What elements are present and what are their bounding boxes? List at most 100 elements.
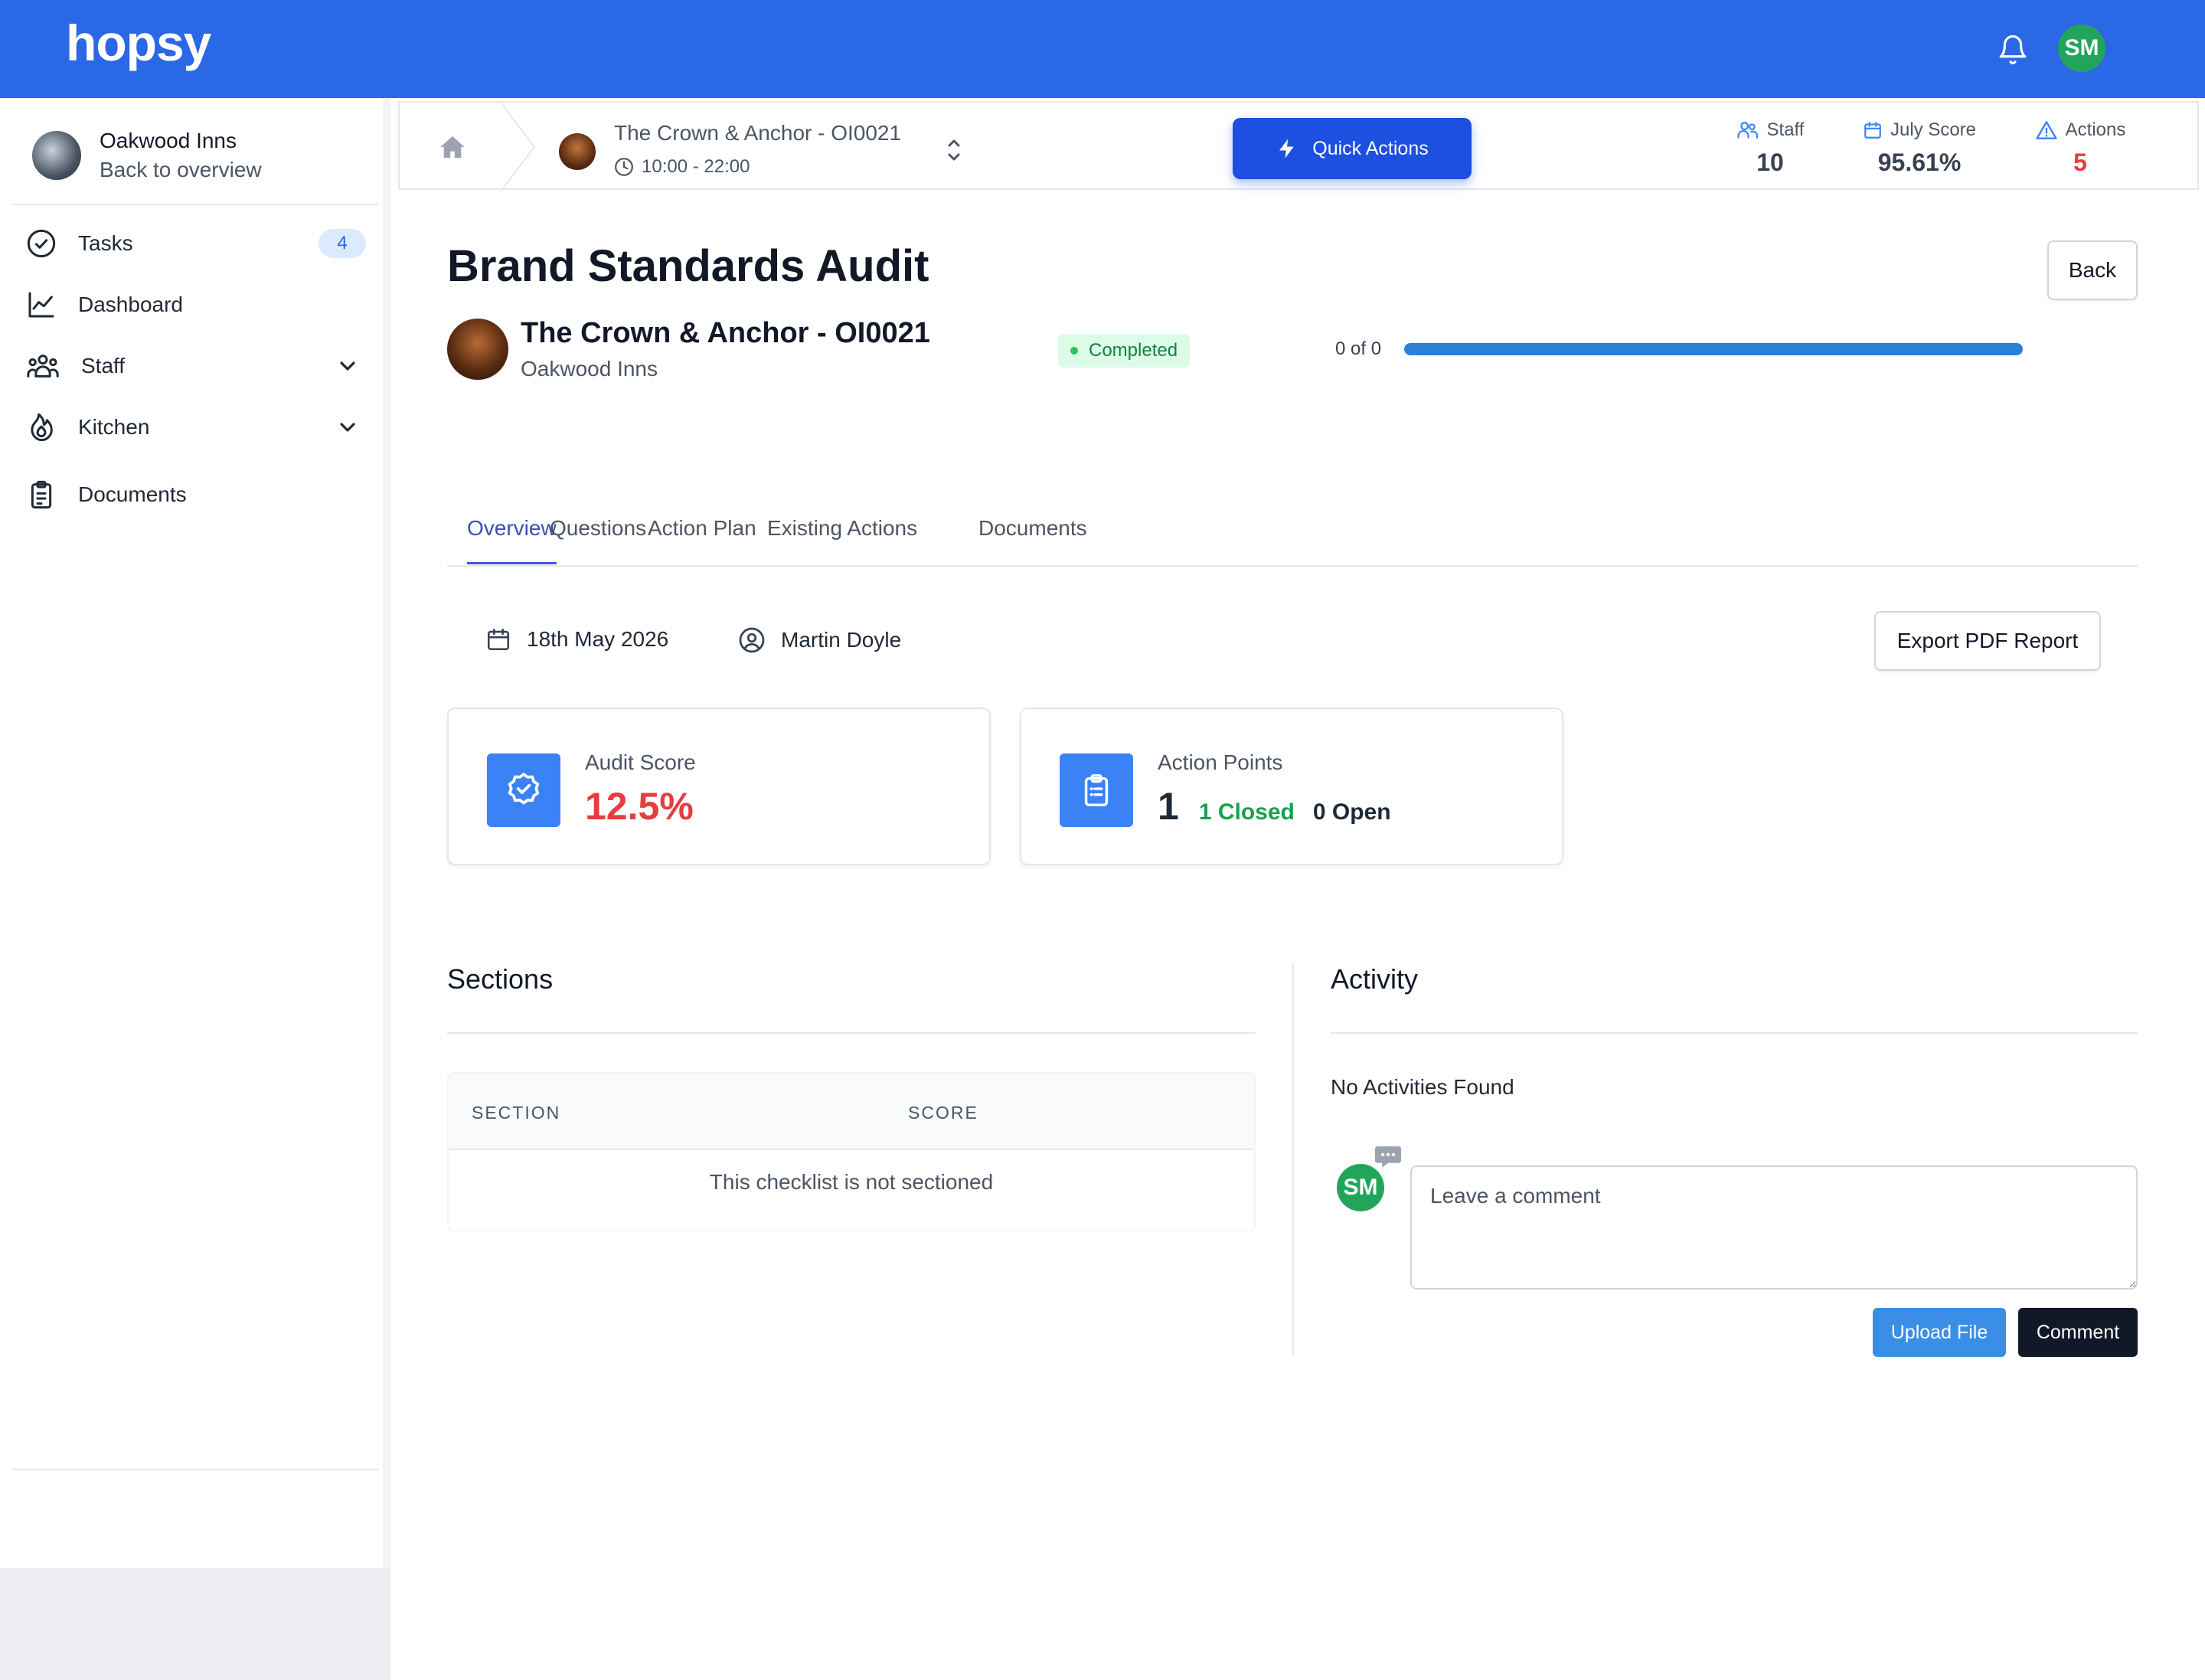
stat-value: 95.61% [1877,149,1962,176]
tab-documents[interactable]: Documents [978,516,1087,562]
back-to-overview-link[interactable]: Back to overview [100,158,262,182]
home-icon[interactable] [439,135,466,159]
chevron-down-icon[interactable] [335,415,360,440]
user-circle-icon [739,627,765,653]
chevron-down-icon[interactable] [335,354,360,378]
audit-date-text: 18th May 2026 [527,627,669,651]
lightning-icon [1279,139,1295,159]
location-bar: The Crown & Anchor - OI0021 10:00 - 22:0… [398,101,2199,191]
tab-action-plan[interactable]: Action Plan [648,516,756,562]
users-icon [1736,122,1758,139]
audit-score-card: Audit Score 12.5% [447,708,991,865]
action-points-label: Action Points [1158,750,1283,774]
action-points-open[interactable]: 0 Open [1313,799,1391,825]
clipboard-icon [26,479,57,511]
site-name: The Crown & Anchor - OI0021 [521,317,930,349]
tab-existing-actions[interactable]: Existing Actions [767,516,917,562]
location-image [559,133,596,170]
stat-july-score[interactable]: July Score 95.61% [1839,119,2000,177]
sidebar-item-label: Kitchen [78,415,150,439]
sidebar-item-tasks[interactable]: Tasks 4 [26,225,366,262]
sections-title: Sections [447,963,554,995]
sections-table: SECTION SCORE This checklist is not sect… [447,1072,1256,1231]
breadcrumb-separator [499,103,536,191]
calendar-icon [487,628,510,651]
stat-label: July Score [1890,119,1977,140]
badge-check-icon [487,753,560,827]
check-circle-icon [26,228,57,259]
activity-divider [1331,1032,2138,1034]
org-name: Oakwood Inns [100,129,237,152]
sidebar-item-staff[interactable]: Staff [26,348,366,384]
activity-title: Activity [1331,963,1419,995]
progress-fill [1404,343,2023,355]
sidebar-item-label: Tasks [78,231,133,255]
sidebar-divider [12,1469,378,1470]
column-header-section: SECTION [472,1103,561,1123]
export-pdf-button[interactable]: Export PDF Report [1874,611,2101,671]
chat-bubble-icon [1374,1144,1403,1170]
main-content: The Crown & Anchor - OI0021 10:00 - 22:0… [398,98,2205,1680]
sidebar-item-documents[interactable]: Documents [26,476,366,513]
tasks-count-badge: 4 [318,229,366,258]
status-dot-icon [1070,347,1078,355]
flame-icon [26,412,57,443]
site-org: Oakwood Inns [521,357,658,381]
location-name[interactable]: The Crown & Anchor - OI0021 [614,121,901,145]
site-avatar [447,319,508,380]
app-logo[interactable]: hopsy [66,14,211,72]
top-bar: hopsy SM [0,0,2205,98]
audit-score-value: 12.5% [585,785,694,828]
quick-actions-label: Quick Actions [1312,137,1429,159]
org-switcher[interactable]: Oakwood Inns Back to overview [32,129,262,182]
back-button[interactable]: Back [2047,240,2138,300]
user-avatar[interactable]: SM [2058,25,2105,72]
sidebar-item-label: Staff [81,354,126,378]
audit-score-label: Audit Score [585,750,696,774]
sidebar-divider [12,204,378,205]
page-title: Brand Standards Audit [447,241,929,291]
sidebar-item-label: Documents [78,482,187,506]
action-points-card: Action Points 1 1 Closed 0 Open [1020,708,1563,865]
status-text: Completed [1089,340,1178,361]
sidebar-item-dashboard[interactable]: Dashboard [26,286,366,323]
sidebar-item-label: Dashboard [78,293,183,316]
progress-bar [1404,343,2023,355]
comment-avatar: SM [1337,1164,1384,1211]
clock-icon [615,158,633,176]
sidebar-item-kitchen[interactable]: Kitchen [26,409,366,446]
clipboard-list-icon [1060,753,1133,827]
stat-staff[interactable]: Staff 10 [1717,119,1824,177]
table-empty-message: This checklist is not sectioned [709,1170,994,1194]
progress-label: 0 of 0 [1335,338,1382,359]
action-points-closed[interactable]: 1 Closed [1199,799,1295,825]
stat-actions[interactable]: Actions 5 [2015,119,2145,177]
tab-overview[interactable]: Overview [467,516,557,564]
action-points-total: 1 [1158,785,1179,828]
auditor: Martin Doyle [738,626,901,654]
warning-icon [2036,121,2057,139]
tab-bar: Overview Questions Action Plan Existing … [447,496,2138,567]
column-divider [1292,963,1294,1355]
location-hours: 10:00 - 22:00 [614,156,750,178]
calendar-icon [1864,122,1881,139]
upload-file-button[interactable]: Upload File [1873,1308,2006,1357]
quick-actions-button[interactable]: Quick Actions [1233,118,1472,179]
column-header-score: SCORE [908,1103,978,1123]
users-icon [26,351,60,381]
stat-label: Staff [1766,119,1805,140]
stat-value: 10 [1756,149,1784,176]
auditor-name: Martin Doyle [781,628,902,652]
org-image [32,131,81,180]
comment-input[interactable] [1410,1165,2138,1289]
location-switcher-icon[interactable] [943,136,965,164]
table-header: SECTION SCORE [449,1074,1254,1150]
bell-icon[interactable] [1997,32,2029,67]
comment-button[interactable]: Comment [2018,1308,2138,1357]
status-badge: Completed [1058,334,1191,368]
sidebar: Oakwood Inns Back to overview Tasks 4 Da… [0,98,390,1568]
sidebar-footer [0,1568,390,1680]
chart-line-icon [26,289,57,320]
stat-label: Actions [2065,119,2126,140]
tab-questions[interactable]: Questions [550,516,646,562]
